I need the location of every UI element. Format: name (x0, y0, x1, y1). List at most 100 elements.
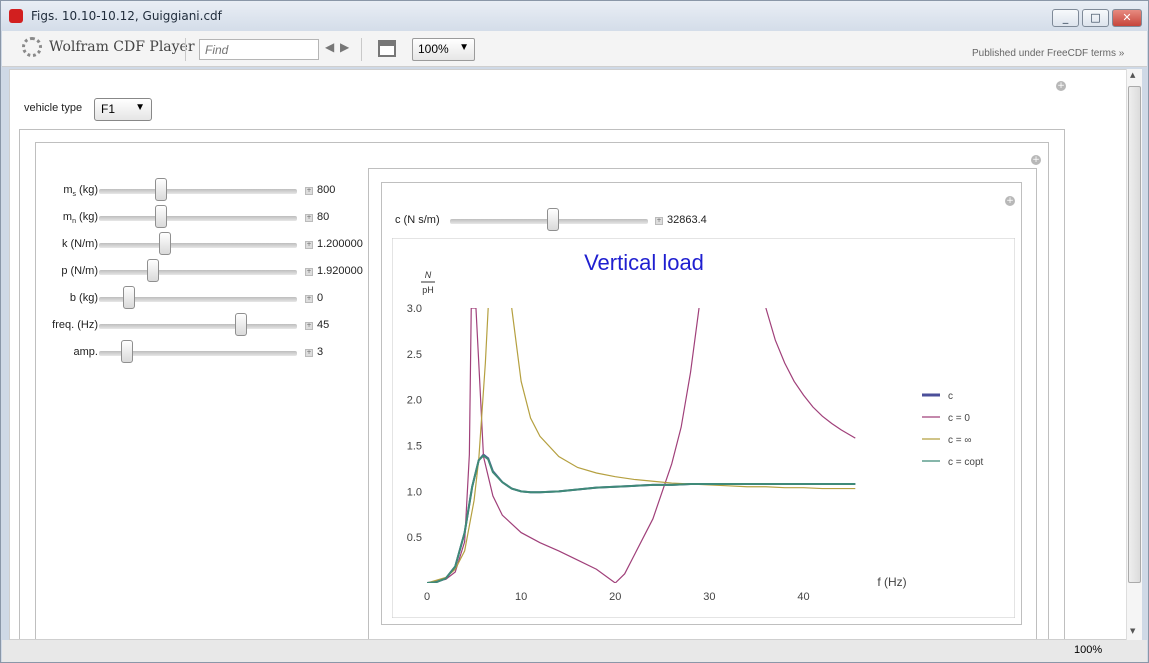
toolbar-separator (361, 38, 362, 61)
vertical-scrollbar[interactable]: ▲ ▼ (1126, 69, 1142, 640)
status-bar: 100% (2, 640, 1147, 662)
legend-label: c = 0 (948, 413, 970, 424)
add-cell-icon[interactable]: + (1005, 196, 1015, 206)
y-axis-label-numerator: N (425, 270, 432, 280)
mass-b-slider: b (kg) + 0 (10, 286, 370, 315)
slider-label: amp. (73, 346, 98, 358)
stiffness-k-slider: k (N/m) + 1.200000 (10, 232, 370, 261)
toolbar: Wolfram CDF Player ◀ ▶ 100% ▼ Published … (2, 31, 1147, 67)
x-tick-label: 0 (424, 591, 430, 603)
published-link[interactable]: Published under FreeCDF terms » (972, 48, 1124, 59)
expand-icon[interactable]: + (655, 217, 663, 225)
slider-value: 800 (317, 184, 336, 196)
y-axis-label-denominator: pH (422, 285, 434, 295)
x-axis-label: f (Hz) (877, 575, 906, 589)
cdf-player-icon (9, 9, 23, 23)
expand-icon[interactable]: + (305, 241, 313, 249)
expand-icon[interactable]: + (305, 322, 313, 330)
x-tick-label: 10 (515, 591, 527, 603)
slider-label: ms (kg) (63, 184, 98, 199)
wolfram-gear-icon (22, 37, 42, 57)
find-next-icon[interactable]: ▶ (340, 40, 349, 54)
damping-c-slider: c (N s/m) + 32863.4 (395, 208, 725, 237)
slider-track[interactable] (99, 270, 297, 275)
maximize-button[interactable]: □ (1082, 9, 1109, 27)
slider-track[interactable] (99, 324, 297, 329)
document-content: + vehicle type F1 ▼ ms (kg) + 800 mn (kg… (9, 69, 1127, 640)
vertical-load-chart: Vertical load 0.5 1.0 1.5 2.0 2.5 3.0 0 10 20 30 40… (392, 238, 1015, 618)
slider-thumb[interactable] (121, 340, 134, 363)
slider-thumb[interactable] (123, 286, 136, 309)
slider-thumb[interactable] (147, 259, 160, 282)
slider-value: 80 (317, 211, 330, 223)
slider-label: mn (kg) (62, 211, 98, 226)
mass-s-slider: ms (kg) + 800 (10, 178, 370, 207)
x-tick-label: 30 (703, 591, 715, 603)
slider-label: freq. (Hz) (52, 319, 98, 331)
slider-value: 3 (317, 346, 324, 358)
add-cell-icon[interactable]: + (1031, 155, 1041, 165)
scroll-down-icon[interactable]: ▼ (1130, 627, 1135, 635)
x-tick-label: 40 (797, 591, 809, 603)
minimize-button[interactable]: _ (1052, 9, 1079, 27)
zoom-value: 100% (418, 42, 449, 56)
slider-label: p (N/m) (61, 265, 98, 277)
vehicle-type-label: vehicle type (24, 102, 83, 114)
frequency-slider: freq. (Hz) + 45 (10, 313, 370, 342)
y-tick-label: 2.5 (407, 349, 422, 361)
chart-title: Vertical load (584, 250, 704, 275)
slider-value: 32863.4 (667, 214, 707, 226)
zoom-dropdown[interactable]: 100% ▼ (412, 38, 475, 61)
scroll-up-icon[interactable]: ▲ (1130, 71, 1135, 79)
add-cell-icon[interactable]: + (1056, 81, 1066, 91)
stiffness-p-slider: p (N/m) + 1.920000 (10, 259, 370, 288)
chart-frame (392, 238, 1015, 618)
cdf-player-window: Figs. 10.10-10.12, Guiggiani.cdf _ □ ✕ W… (0, 0, 1149, 663)
slider-track[interactable] (99, 189, 297, 194)
x-tick-label: 20 (609, 591, 621, 603)
vehicle-type-select[interactable]: F1 ▼ (94, 98, 152, 121)
y-tick-label: 3.0 (407, 303, 422, 315)
brand-label: Wolfram CDF Player (49, 39, 195, 55)
slider-value: 0 (317, 292, 324, 304)
expand-icon[interactable]: + (305, 187, 313, 195)
slider-thumb[interactable] (154, 205, 167, 228)
find-previous-icon[interactable]: ◀ (325, 40, 334, 54)
chevron-down-icon: ▼ (135, 102, 145, 113)
chevron-down-icon: ▼ (459, 42, 469, 53)
slider-value: 1.920000 (317, 265, 363, 277)
slider-label: k (N/m) (61, 238, 98, 250)
slider-label: c (N s/m) (395, 214, 440, 226)
legend-label: c = ∞ (948, 435, 972, 446)
y-tick-label: 1.0 (407, 486, 422, 498)
expand-icon[interactable]: + (305, 295, 313, 303)
title-bar: Figs. 10.10-10.12, Guiggiani.cdf _ □ ✕ (1, 1, 1148, 31)
print-icon[interactable] (378, 40, 396, 57)
scrollbar-thumb[interactable] (1128, 86, 1141, 583)
y-tick-label: 0.5 (407, 532, 422, 544)
vehicle-type-value: F1 (101, 102, 116, 116)
slider-track[interactable] (99, 216, 297, 221)
slider-value: 45 (317, 319, 330, 331)
status-zoom[interactable]: 100% (1074, 644, 1102, 656)
expand-icon[interactable]: + (305, 214, 313, 222)
slider-track[interactable] (99, 243, 297, 248)
slider-thumb[interactable] (158, 232, 171, 255)
legend-label: c = copt (948, 457, 984, 468)
y-tick-label: 2.0 (407, 395, 422, 407)
expand-icon[interactable]: + (305, 349, 313, 357)
slider-value: 1.200000 (317, 238, 363, 250)
slider-thumb[interactable] (154, 178, 167, 201)
close-button[interactable]: ✕ (1112, 9, 1142, 27)
legend-label: c (948, 391, 953, 402)
y-tick-label: 1.5 (407, 441, 422, 453)
slider-thumb[interactable] (234, 313, 247, 336)
find-input[interactable] (199, 39, 319, 60)
expand-icon[interactable]: + (305, 268, 313, 276)
slider-thumb[interactable] (546, 208, 559, 231)
slider-label: b (kg) (69, 292, 98, 304)
window-title: Figs. 10.10-10.12, Guiggiani.cdf (31, 9, 222, 23)
amplitude-slider: amp. + 3 (10, 340, 370, 369)
toolbar-separator (185, 38, 186, 61)
mass-n-slider: mn (kg) + 80 (10, 205, 370, 234)
